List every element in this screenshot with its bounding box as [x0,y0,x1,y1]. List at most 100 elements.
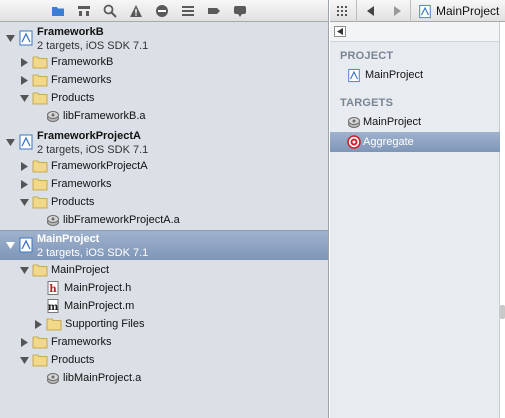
tree-item-folder[interactable]: Products [0,89,328,107]
tree-item-label: MainProject.h [64,282,132,294]
triangle-left-icon [336,28,343,35]
folder-icon [32,177,48,191]
tree-item-label: Frameworks [51,336,112,348]
jump-bar: MainProject [330,0,505,22]
tree-item-label: libMainProject.a [63,372,142,384]
tree-item-file[interactable]: libMainProject.a [0,369,328,387]
tree-item-label: Products [51,354,95,366]
disclosure-expanded-icon[interactable] [19,197,29,207]
tree-item-folder[interactable]: Frameworks [0,71,328,89]
folder-icon [32,73,48,87]
target-list-header [330,22,499,42]
jump-bar-divider [410,0,411,22]
tree-item-label: libFrameworkProjectA.a [63,214,180,226]
hide-sidebar-button[interactable] [334,26,346,37]
targets-section-header: TARGETS [340,97,394,109]
tree-item-folder[interactable]: Products [0,193,328,211]
tree-item-label: Frameworks [51,178,112,190]
tree-item-file[interactable]: libFrameworkB.a [0,107,328,125]
navigator-toolbar [0,0,328,22]
xcode-project-icon [18,134,34,150]
project-subtitle: 2 targets, iOS SDK 7.1 [37,40,149,52]
folder-icon [32,263,48,277]
library-icon [45,371,61,385]
project-item-mainproject[interactable]: MainProject [330,65,500,85]
breadcrumb-mainproject[interactable]: MainProject [418,3,499,19]
project-item-label: MainProject [365,69,424,81]
folder-icon[interactable] [50,3,66,19]
target-item-label: Aggregate [363,136,414,148]
library-target-icon [346,115,362,129]
xcode-project-icon [346,68,362,82]
list-icon[interactable] [180,3,196,19]
folder-icon [32,55,48,69]
tree-item-folder[interactable]: Products [0,351,328,369]
disclosure-collapsed-icon[interactable] [33,319,43,329]
folder-icon [46,317,62,331]
back-arrow-icon[interactable] [366,3,376,19]
project-section-header: PROJECT [340,50,394,62]
breakpoint-diamond-icon[interactable] [154,3,170,19]
disclosure-collapsed-icon[interactable] [19,337,29,347]
project-name: FrameworkB [37,26,104,38]
tree-item-file[interactable]: h MainProject.h [0,279,328,297]
xcode-project-icon [18,30,34,46]
target-item-aggregate[interactable]: Aggregate [330,132,500,152]
disclosure-expanded-icon[interactable] [19,355,29,365]
svg-text:h: h [49,284,57,295]
speech-bubble-icon[interactable] [232,3,248,19]
tree-item-file[interactable]: m MainProject.m [0,297,328,315]
disclosure-expanded-icon[interactable] [19,265,29,275]
tree-item-folder[interactable]: MainProject [0,261,328,279]
disclosure-collapsed-icon[interactable] [19,75,29,85]
disclosure-expanded-icon[interactable] [19,93,29,103]
project-editor: MainProject PROJECT MainProject TARGETS … [330,0,505,418]
project-row-mainproject[interactable]: MainProject 2 targets, iOS SDK 7.1 [0,230,328,260]
warning-icon[interactable] [128,3,144,19]
tree-item-folder[interactable]: Frameworks [0,175,328,193]
xcode-project-icon [418,4,432,19]
related-items-grid-icon[interactable] [337,3,349,19]
tree-item-folder[interactable]: FrameworkB [0,53,328,71]
folder-icon [32,91,48,105]
tag-icon[interactable] [206,3,222,19]
tree-item-label: Products [51,92,95,104]
disclosure-collapsed-icon[interactable] [19,179,29,189]
project-navigator: FrameworkB 2 targets, iOS SDK 7.1 Framew… [0,0,329,418]
target-item-label: MainProject [363,116,422,128]
source-file-icon: m [45,299,61,313]
project-name: MainProject [37,233,100,245]
tree-item-folder[interactable]: Supporting Files [0,315,328,333]
tree-item-label: Products [51,196,95,208]
tree-item-folder[interactable]: FrameworkProjectA [0,157,328,175]
aggregate-target-icon [346,135,362,149]
folder-icon [32,335,48,349]
disclosure-collapsed-icon[interactable] [19,57,29,67]
tree-item-label: Frameworks [51,74,112,86]
project-row-frameworkprojecta[interactable]: FrameworkProjectA 2 targets, iOS SDK 7.1 [0,128,328,158]
tree-item-folder[interactable]: Frameworks [0,333,328,351]
search-icon[interactable] [102,3,118,19]
disclosure-expanded-icon[interactable] [5,137,15,147]
tree-item-label: Supporting Files [65,318,145,330]
forward-arrow-icon[interactable] [392,3,402,19]
project-subtitle: 2 targets, iOS SDK 7.1 [37,144,149,156]
disclosure-expanded-icon[interactable] [5,240,15,250]
scrollbar-handle[interactable] [500,305,505,319]
svg-text:m: m [48,302,59,313]
hierarchy-icon[interactable] [76,3,92,19]
disclosure-expanded-icon[interactable] [5,33,15,43]
tree-item-label: FrameworkProjectA [51,160,148,172]
tree-item-file[interactable]: libFrameworkProjectA.a [0,211,328,229]
folder-icon [32,353,48,367]
folder-icon [32,159,48,173]
disclosure-collapsed-icon[interactable] [19,161,29,171]
tree-item-label: MainProject.m [64,300,135,312]
project-row-frameworkb[interactable]: FrameworkB 2 targets, iOS SDK 7.1 [0,24,328,54]
breadcrumb-label: MainProject [436,4,500,18]
header-file-icon: h [45,281,61,295]
target-item-mainproject[interactable]: MainProject [330,112,500,132]
tree-item-label: FrameworkB [51,56,114,68]
folder-icon [32,195,48,209]
project-name: FrameworkProjectA [37,130,141,142]
